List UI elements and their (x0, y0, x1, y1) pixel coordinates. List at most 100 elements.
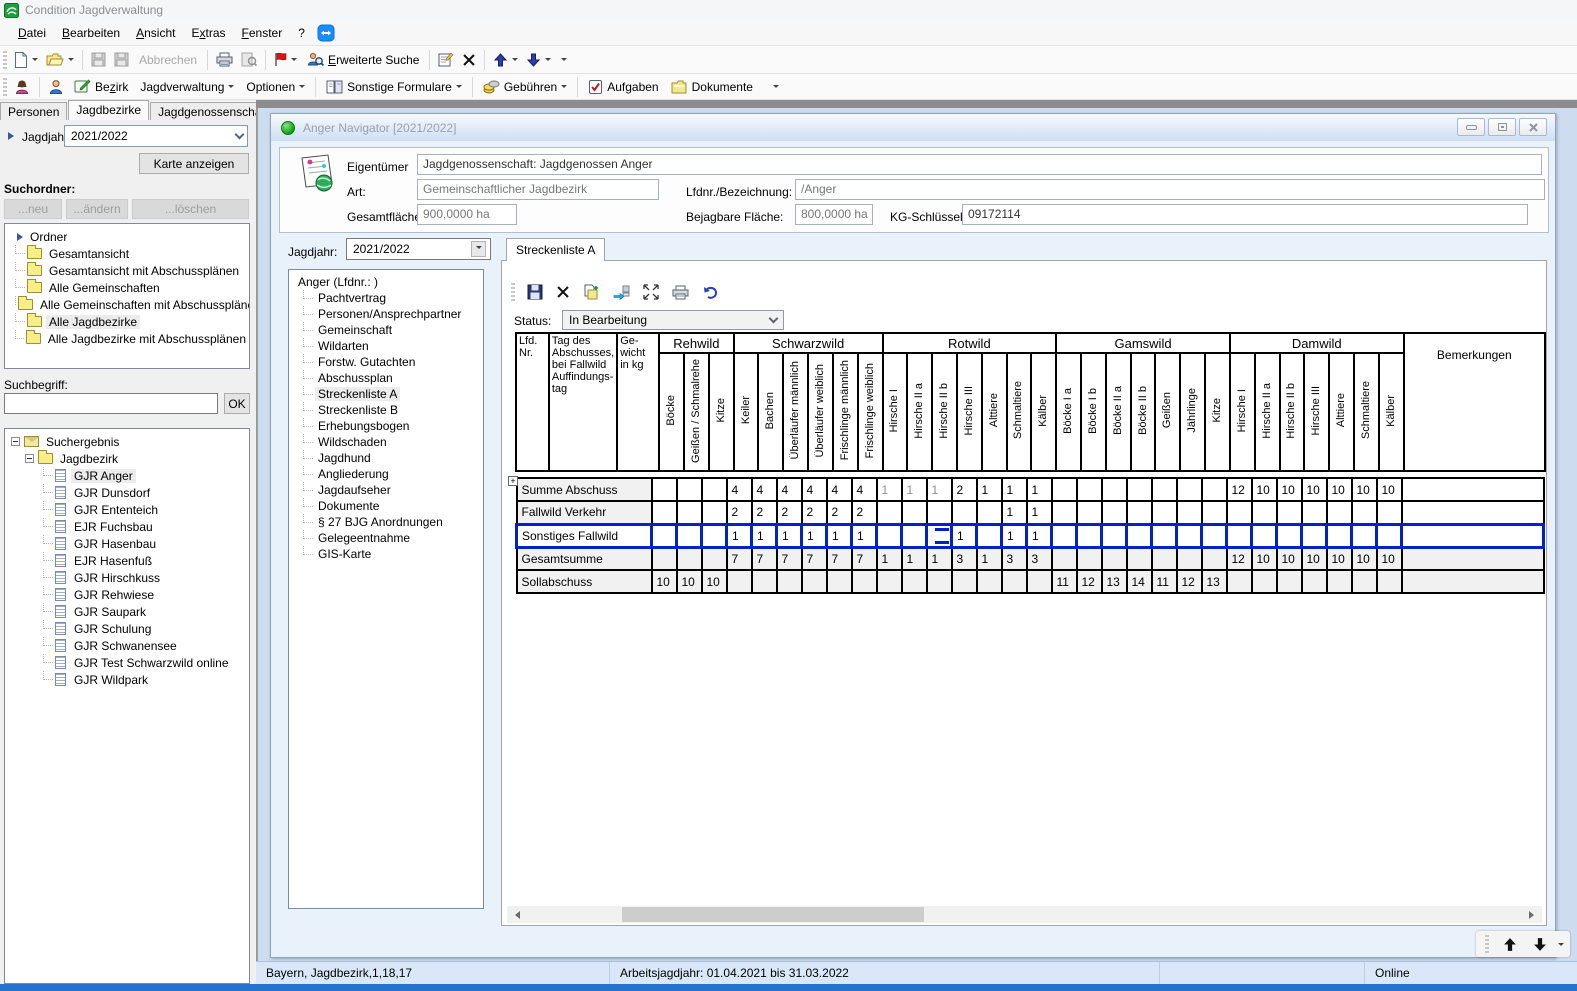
search-input[interactable] (4, 393, 218, 414)
nav-item[interactable]: GIS-Karte (289, 546, 483, 562)
table-cell[interactable] (752, 570, 777, 593)
toolbar-grip[interactable] (3, 78, 7, 96)
save-all-button[interactable] (110, 50, 133, 69)
table-cell[interactable] (1377, 524, 1402, 547)
table-cell[interactable]: 2 (727, 501, 752, 524)
table-cell[interactable]: 7 (827, 547, 852, 570)
table-cell[interactable] (827, 570, 852, 593)
table-cell[interactable]: 10 (1327, 547, 1352, 570)
result-item[interactable]: GJR Wildpark (5, 671, 249, 688)
new-caret-icon[interactable] (32, 58, 38, 64)
table-cell[interactable] (1177, 524, 1202, 547)
table-cell[interactable]: 10 (1252, 547, 1277, 570)
move-down-caret-icon[interactable] (545, 58, 551, 64)
table-cell[interactable] (1077, 547, 1102, 570)
table-cell[interactable]: 4 (727, 478, 752, 501)
table-cell[interactable]: 1 (877, 547, 902, 570)
table-cell[interactable] (1102, 547, 1127, 570)
result-item[interactable]: GJR Schulung (5, 620, 249, 637)
tree-item-folder[interactable]: Gesamtansicht mit Abschussplänen (5, 262, 249, 279)
table-cell[interactable]: 1 (1027, 478, 1052, 501)
nav-item[interactable]: Wildschaden (289, 434, 483, 450)
table-cell[interactable] (1152, 547, 1177, 570)
table-cell[interactable] (1152, 478, 1177, 501)
table-cell[interactable]: 2 (852, 501, 877, 524)
table-cell[interactable] (702, 501, 727, 524)
table-cell[interactable] (902, 501, 927, 524)
menu-item-0[interactable]: Datei (10, 22, 54, 44)
optionen-button[interactable]: Optionen (240, 78, 311, 96)
karte-anzeigen-button[interactable]: Karte anzeigen (139, 153, 249, 174)
scroll-right-button[interactable] (1525, 906, 1542, 923)
table-cell[interactable] (877, 501, 902, 524)
nav-item[interactable]: Abschussplan (289, 370, 483, 386)
table-cell[interactable] (977, 501, 1002, 524)
table-cell[interactable]: 10 (1352, 478, 1377, 501)
table-cell[interactable] (1027, 570, 1052, 593)
table-cell[interactable] (802, 570, 827, 593)
table-cell[interactable] (977, 524, 1002, 547)
record-nav-overflow-icon[interactable] (1558, 943, 1564, 949)
minimize-button[interactable] (1457, 118, 1485, 136)
table-cell[interactable] (1202, 547, 1227, 570)
table-cell[interactable]: 12 (1227, 547, 1252, 570)
table-cell[interactable] (1102, 501, 1127, 524)
menu-item-4[interactable]: Fenster (234, 22, 291, 44)
table-cell[interactable] (1327, 501, 1352, 524)
horizontal-scrollbar[interactable] (507, 906, 1542, 923)
table-cell[interactable] (1227, 524, 1252, 547)
table-cell[interactable]: 1 (927, 478, 952, 501)
lfdnr-field[interactable]: /Anger (795, 179, 1545, 200)
table-cell[interactable]: 1 (877, 478, 902, 501)
table-cell[interactable]: 2 (752, 501, 777, 524)
toolbar-overflow-icon[interactable] (561, 58, 567, 64)
table-cell[interactable]: 10 (677, 570, 702, 593)
bezirk-button[interactable]: Bezirk (68, 77, 134, 96)
table-cell[interactable] (1177, 501, 1202, 524)
table-cell[interactable]: 12 (1177, 570, 1202, 593)
table-cell[interactable] (777, 570, 802, 593)
table-cell[interactable]: 1 (1002, 478, 1027, 501)
table-cell[interactable]: 4 (777, 478, 802, 501)
table-cell-bemerkungen[interactable] (1402, 524, 1544, 547)
dokumente-button[interactable]: Dokumente (665, 78, 759, 96)
grid-delete-button[interactable] (552, 283, 574, 301)
toolbar-overflow-icon[interactable] (773, 85, 779, 91)
table-cell[interactable] (727, 570, 752, 593)
table-cell[interactable] (977, 570, 1002, 593)
tree-item-folder[interactable]: Alle Jagdbezirke mit Abschussplänen (5, 330, 249, 347)
table-cell[interactable] (877, 570, 902, 593)
open-button[interactable] (42, 51, 78, 69)
table-cell[interactable]: 13 (1102, 570, 1127, 593)
result-item[interactable]: GJR Saupark (5, 603, 249, 620)
delete-button[interactable] (458, 51, 480, 69)
table-cell[interactable]: 10 (1352, 547, 1377, 570)
combo-drop-button[interactable] (471, 241, 486, 257)
table-cell[interactable] (1077, 524, 1102, 547)
table-cell[interactable] (952, 570, 977, 593)
table-cell[interactable]: 12 (1077, 570, 1102, 593)
table-cell[interactable] (1077, 501, 1102, 524)
menu-item-2[interactable]: Ansicht (128, 22, 183, 44)
aendern-button[interactable]: ...ändern (66, 199, 128, 219)
table-cell[interactable]: 3 (1027, 547, 1052, 570)
record-down-button[interactable] (1528, 935, 1552, 954)
table-cell[interactable]: 1 (727, 524, 752, 547)
table-cell[interactable] (1302, 501, 1327, 524)
result-item[interactable]: GJR Rehwiese (5, 586, 249, 603)
nav-root[interactable]: Anger (Lfdnr.: ) (289, 274, 483, 290)
table-cell[interactable]: 1 (927, 547, 952, 570)
eigentuemer-field[interactable]: Jagdgenossenschaft: Jagdgenossen Anger (417, 154, 1542, 175)
table-cell[interactable] (1352, 570, 1377, 593)
table-cell[interactable] (902, 524, 927, 547)
restore-button[interactable] (1488, 118, 1516, 136)
table-cell[interactable] (1102, 478, 1127, 501)
navigator-titlebar[interactable]: Anger Navigator [2021/2022] (271, 114, 1555, 141)
toolbar-grip[interactable] (1485, 935, 1489, 953)
table-cell[interactable] (927, 570, 952, 593)
table-cell[interactable]: 1 (1002, 524, 1027, 547)
table-cell[interactable]: 10 (1252, 478, 1277, 501)
table-cell[interactable]: 1 (977, 478, 1002, 501)
table-cell[interactable]: 10 (1302, 547, 1327, 570)
grid-copy-button[interactable] (579, 282, 604, 302)
